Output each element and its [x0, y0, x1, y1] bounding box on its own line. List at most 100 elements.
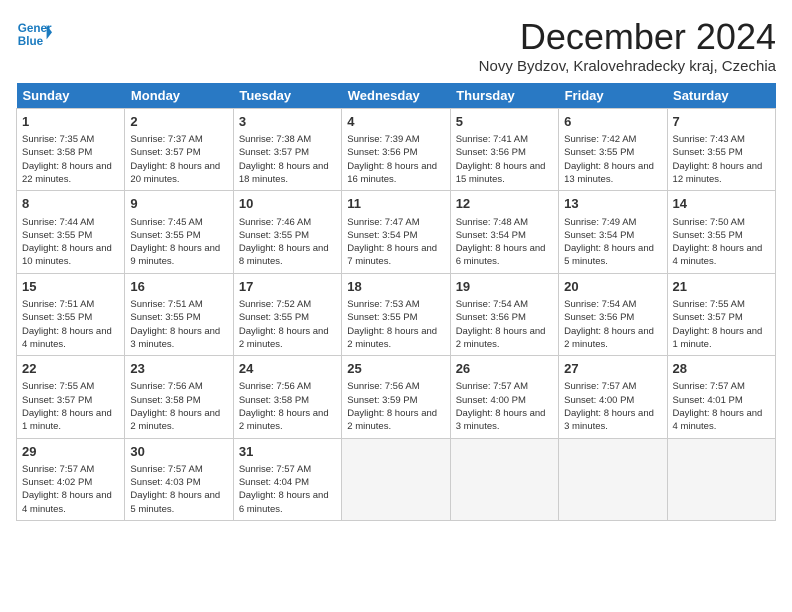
calendar-day-cell: 20 Sunrise: 7:54 AM Sunset: 3:56 PM Dayl… [559, 273, 667, 355]
day-info: Sunrise: 7:39 AM Sunset: 3:56 PM Dayligh… [347, 133, 444, 186]
calendar-week-row: 29 Sunrise: 7:57 AM Sunset: 4:02 PM Dayl… [17, 438, 776, 520]
day-info: Sunrise: 7:38 AM Sunset: 3:57 PM Dayligh… [239, 133, 336, 186]
calendar-day-cell [559, 438, 667, 520]
header-tuesday: Tuesday [233, 83, 341, 109]
calendar-day-cell: 13 Sunrise: 7:49 AM Sunset: 3:54 PM Dayl… [559, 191, 667, 273]
day-info: Sunrise: 7:55 AM Sunset: 3:57 PM Dayligh… [22, 380, 119, 433]
day-number: 3 [239, 113, 336, 131]
day-info: Sunrise: 7:51 AM Sunset: 3:55 PM Dayligh… [22, 298, 119, 351]
calendar-title: December 2024 [479, 16, 776, 58]
day-number: 12 [456, 195, 553, 213]
header-sunday: Sunday [17, 83, 125, 109]
day-number: 19 [456, 278, 553, 296]
calendar-day-cell: 7 Sunrise: 7:43 AM Sunset: 3:55 PM Dayli… [667, 109, 775, 191]
calendar-day-cell: 5 Sunrise: 7:41 AM Sunset: 3:56 PM Dayli… [450, 109, 558, 191]
calendar-day-cell: 11 Sunrise: 7:47 AM Sunset: 3:54 PM Dayl… [342, 191, 450, 273]
header-monday: Monday [125, 83, 233, 109]
day-info: Sunrise: 7:56 AM Sunset: 3:59 PM Dayligh… [347, 380, 444, 433]
day-info: Sunrise: 7:37 AM Sunset: 3:57 PM Dayligh… [130, 133, 227, 186]
calendar-day-cell: 23 Sunrise: 7:56 AM Sunset: 3:58 PM Dayl… [125, 356, 233, 438]
day-number: 27 [564, 360, 661, 378]
calendar-day-cell: 21 Sunrise: 7:55 AM Sunset: 3:57 PM Dayl… [667, 273, 775, 355]
calendar-day-cell: 1 Sunrise: 7:35 AM Sunset: 3:58 PM Dayli… [17, 109, 125, 191]
header-friday: Friday [559, 83, 667, 109]
day-number: 30 [130, 443, 227, 461]
calendar-week-row: 1 Sunrise: 7:35 AM Sunset: 3:58 PM Dayli… [17, 109, 776, 191]
day-info: Sunrise: 7:53 AM Sunset: 3:55 PM Dayligh… [347, 298, 444, 351]
day-number: 14 [673, 195, 770, 213]
calendar-week-row: 22 Sunrise: 7:55 AM Sunset: 3:57 PM Dayl… [17, 356, 776, 438]
calendar-day-cell: 30 Sunrise: 7:57 AM Sunset: 4:03 PM Dayl… [125, 438, 233, 520]
calendar-day-cell [667, 438, 775, 520]
calendar-day-cell [450, 438, 558, 520]
day-number: 18 [347, 278, 444, 296]
day-info: Sunrise: 7:51 AM Sunset: 3:55 PM Dayligh… [130, 298, 227, 351]
day-number: 4 [347, 113, 444, 131]
day-number: 8 [22, 195, 119, 213]
header-wednesday: Wednesday [342, 83, 450, 109]
day-info: Sunrise: 7:57 AM Sunset: 4:00 PM Dayligh… [456, 380, 553, 433]
calendar-subtitle: Novy Bydzov, Kralovehradecky kraj, Czech… [479, 58, 776, 75]
day-info: Sunrise: 7:44 AM Sunset: 3:55 PM Dayligh… [22, 216, 119, 269]
calendar-day-cell: 12 Sunrise: 7:48 AM Sunset: 3:54 PM Dayl… [450, 191, 558, 273]
day-number: 16 [130, 278, 227, 296]
day-info: Sunrise: 7:49 AM Sunset: 3:54 PM Dayligh… [564, 216, 661, 269]
calendar-day-cell: 2 Sunrise: 7:37 AM Sunset: 3:57 PM Dayli… [125, 109, 233, 191]
calendar-day-cell: 10 Sunrise: 7:46 AM Sunset: 3:55 PM Dayl… [233, 191, 341, 273]
calendar-day-cell: 22 Sunrise: 7:55 AM Sunset: 3:57 PM Dayl… [17, 356, 125, 438]
calendar-body: 1 Sunrise: 7:35 AM Sunset: 3:58 PM Dayli… [17, 109, 776, 521]
day-info: Sunrise: 7:35 AM Sunset: 3:58 PM Dayligh… [22, 133, 119, 186]
weekday-header-row: Sunday Monday Tuesday Wednesday Thursday… [17, 83, 776, 109]
calendar-table: Sunday Monday Tuesday Wednesday Thursday… [16, 83, 776, 521]
day-info: Sunrise: 7:57 AM Sunset: 4:00 PM Dayligh… [564, 380, 661, 433]
day-info: Sunrise: 7:41 AM Sunset: 3:56 PM Dayligh… [456, 133, 553, 186]
calendar-day-cell: 18 Sunrise: 7:53 AM Sunset: 3:55 PM Dayl… [342, 273, 450, 355]
day-info: Sunrise: 7:54 AM Sunset: 3:56 PM Dayligh… [456, 298, 553, 351]
svg-text:Blue: Blue [18, 35, 44, 48]
day-number: 11 [347, 195, 444, 213]
day-number: 6 [564, 113, 661, 131]
day-info: Sunrise: 7:46 AM Sunset: 3:55 PM Dayligh… [239, 216, 336, 269]
day-number: 24 [239, 360, 336, 378]
day-info: Sunrise: 7:56 AM Sunset: 3:58 PM Dayligh… [239, 380, 336, 433]
calendar-day-cell: 6 Sunrise: 7:42 AM Sunset: 3:55 PM Dayli… [559, 109, 667, 191]
logo-icon: General Blue [16, 16, 52, 52]
day-number: 29 [22, 443, 119, 461]
day-info: Sunrise: 7:56 AM Sunset: 3:58 PM Dayligh… [130, 380, 227, 433]
day-info: Sunrise: 7:45 AM Sunset: 3:55 PM Dayligh… [130, 216, 227, 269]
calendar-day-cell: 29 Sunrise: 7:57 AM Sunset: 4:02 PM Dayl… [17, 438, 125, 520]
day-number: 23 [130, 360, 227, 378]
day-info: Sunrise: 7:54 AM Sunset: 3:56 PM Dayligh… [564, 298, 661, 351]
calendar-day-cell [342, 438, 450, 520]
page-header: General Blue December 2024 Novy Bydzov, … [16, 16, 776, 75]
day-number: 31 [239, 443, 336, 461]
day-info: Sunrise: 7:55 AM Sunset: 3:57 PM Dayligh… [673, 298, 770, 351]
calendar-day-cell: 3 Sunrise: 7:38 AM Sunset: 3:57 PM Dayli… [233, 109, 341, 191]
day-number: 22 [22, 360, 119, 378]
day-number: 20 [564, 278, 661, 296]
calendar-day-cell: 26 Sunrise: 7:57 AM Sunset: 4:00 PM Dayl… [450, 356, 558, 438]
day-number: 26 [456, 360, 553, 378]
day-number: 17 [239, 278, 336, 296]
calendar-day-cell: 8 Sunrise: 7:44 AM Sunset: 3:55 PM Dayli… [17, 191, 125, 273]
day-info: Sunrise: 7:48 AM Sunset: 3:54 PM Dayligh… [456, 216, 553, 269]
calendar-day-cell: 27 Sunrise: 7:57 AM Sunset: 4:00 PM Dayl… [559, 356, 667, 438]
calendar-day-cell: 4 Sunrise: 7:39 AM Sunset: 3:56 PM Dayli… [342, 109, 450, 191]
calendar-day-cell: 16 Sunrise: 7:51 AM Sunset: 3:55 PM Dayl… [125, 273, 233, 355]
day-info: Sunrise: 7:52 AM Sunset: 3:55 PM Dayligh… [239, 298, 336, 351]
header-thursday: Thursday [450, 83, 558, 109]
day-number: 5 [456, 113, 553, 131]
day-number: 21 [673, 278, 770, 296]
day-number: 9 [130, 195, 227, 213]
calendar-day-cell: 15 Sunrise: 7:51 AM Sunset: 3:55 PM Dayl… [17, 273, 125, 355]
calendar-day-cell: 24 Sunrise: 7:56 AM Sunset: 3:58 PM Dayl… [233, 356, 341, 438]
day-info: Sunrise: 7:50 AM Sunset: 3:55 PM Dayligh… [673, 216, 770, 269]
header-saturday: Saturday [667, 83, 775, 109]
day-info: Sunrise: 7:57 AM Sunset: 4:03 PM Dayligh… [130, 463, 227, 516]
calendar-day-cell: 31 Sunrise: 7:57 AM Sunset: 4:04 PM Dayl… [233, 438, 341, 520]
day-info: Sunrise: 7:42 AM Sunset: 3:55 PM Dayligh… [564, 133, 661, 186]
calendar-day-cell: 14 Sunrise: 7:50 AM Sunset: 3:55 PM Dayl… [667, 191, 775, 273]
calendar-day-cell: 17 Sunrise: 7:52 AM Sunset: 3:55 PM Dayl… [233, 273, 341, 355]
day-info: Sunrise: 7:47 AM Sunset: 3:54 PM Dayligh… [347, 216, 444, 269]
calendar-week-row: 15 Sunrise: 7:51 AM Sunset: 3:55 PM Dayl… [17, 273, 776, 355]
